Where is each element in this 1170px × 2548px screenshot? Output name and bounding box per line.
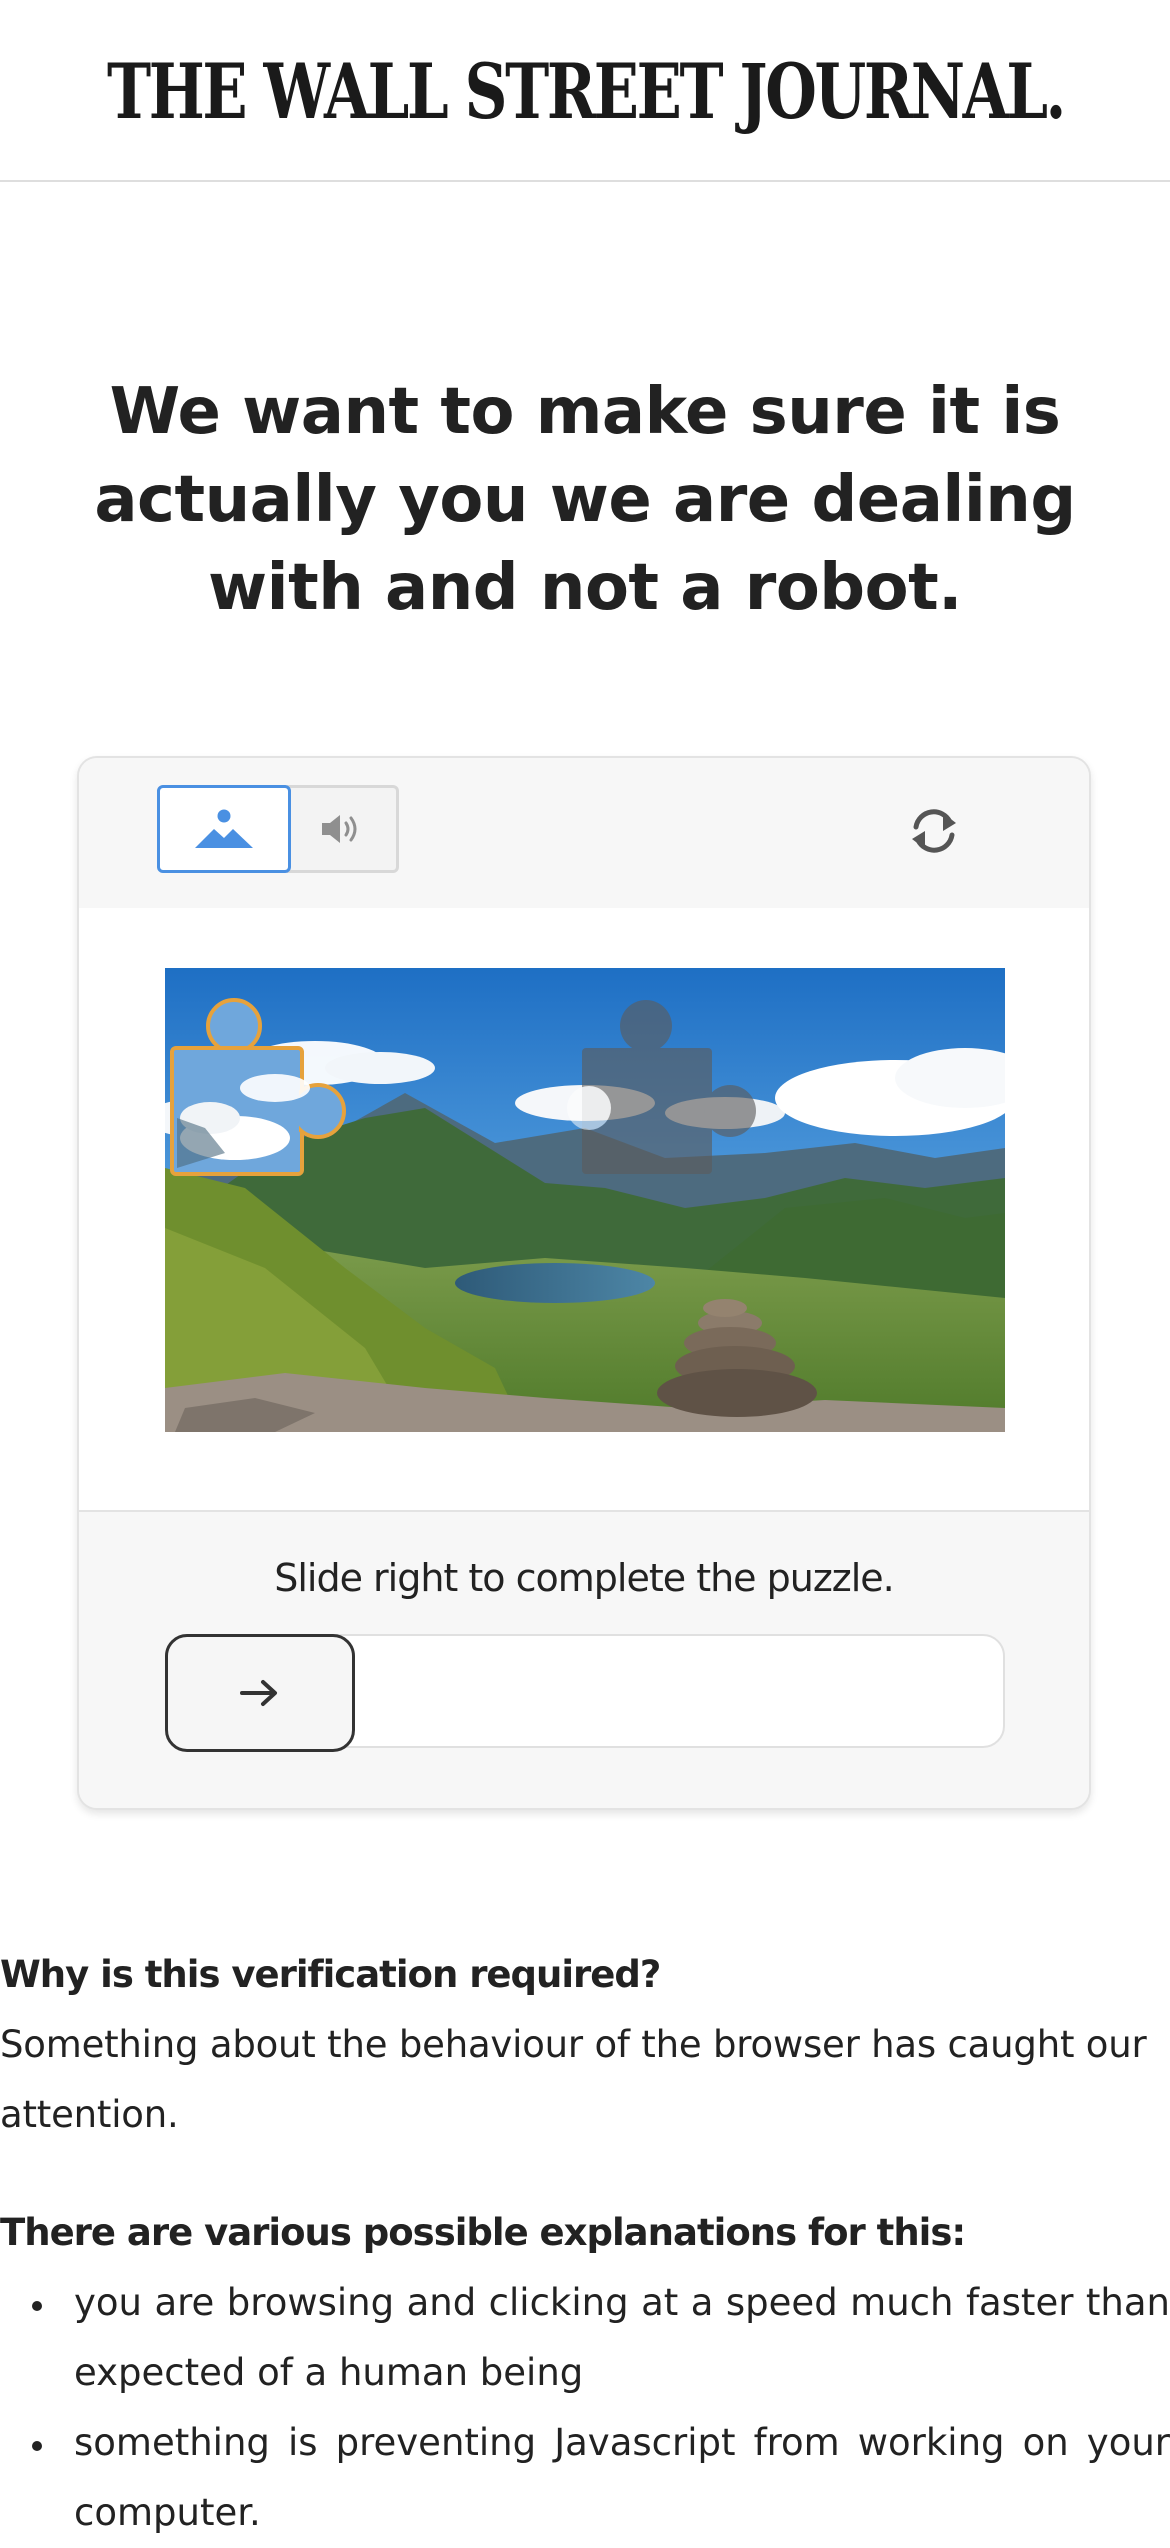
verification-info: Why is this verification required? Somet… bbox=[0, 1940, 1170, 2548]
why-title: Why is this verification required? bbox=[0, 1953, 661, 1996]
mountain-landscape-image bbox=[165, 968, 1005, 1432]
list-item: you are browsing and clicking at a speed… bbox=[0, 2268, 1170, 2408]
challenge-mode-toggle bbox=[157, 785, 399, 873]
captcha-toolbar bbox=[79, 758, 1089, 910]
slider-instruction: Slide right to complete the puzzle. bbox=[274, 1556, 895, 1600]
captcha-widget: Slide right to complete the puzzle. bbox=[77, 756, 1091, 1810]
explanations-title: There are various possible explanations … bbox=[0, 2211, 966, 2254]
refresh-icon bbox=[912, 809, 956, 853]
slider-track[interactable] bbox=[165, 1634, 1005, 1752]
explanations-list: you are browsing and clicking at a speed… bbox=[0, 2268, 1170, 2548]
image-mode-icon bbox=[195, 809, 253, 848]
wsj-logo: THE WALL STREET JOURNAL. bbox=[106, 46, 1065, 136]
audio-challenge-button[interactable] bbox=[287, 785, 399, 873]
audio-mode-icon bbox=[321, 815, 356, 843]
puzzle-area bbox=[79, 908, 1089, 1512]
refresh-button[interactable] bbox=[899, 796, 969, 866]
image-challenge-button[interactable] bbox=[157, 785, 291, 873]
slider-handle[interactable] bbox=[165, 1634, 355, 1752]
page-title: We want to make sure it is actually you … bbox=[94, 375, 1076, 625]
puzzle-image bbox=[165, 968, 1005, 1432]
slider-section: Slide right to complete the puzzle. bbox=[79, 1512, 1089, 1808]
why-text: Something about the behaviour of the bro… bbox=[0, 2023, 1147, 2136]
arrow-right-icon bbox=[240, 1680, 277, 1706]
list-item: something is preventing Javascript from … bbox=[0, 2408, 1170, 2548]
site-header: THE WALL STREET JOURNAL. bbox=[0, 0, 1170, 182]
